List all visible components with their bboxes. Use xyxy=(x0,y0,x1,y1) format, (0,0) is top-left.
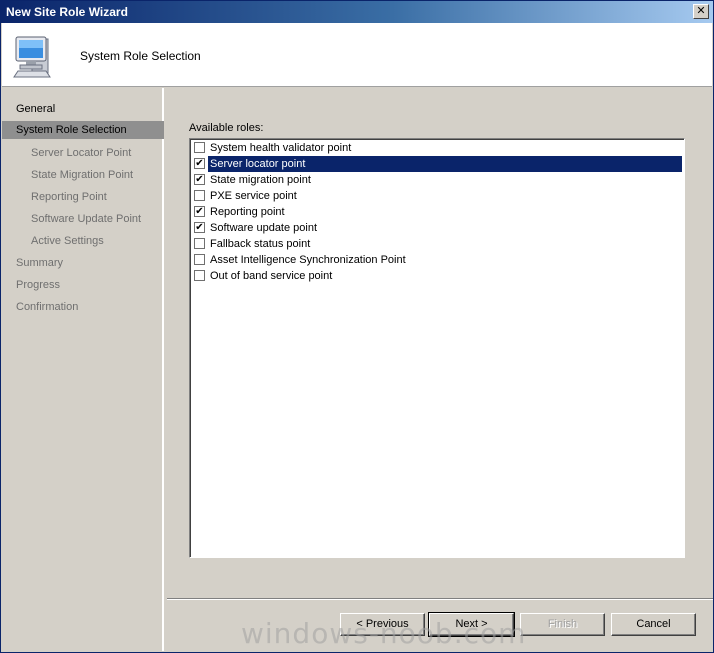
finish-button[interactable]: Finish xyxy=(520,613,605,636)
next-button[interactable]: Next > xyxy=(428,612,515,637)
nav-item-summary[interactable]: Summary xyxy=(2,254,164,272)
role-item[interactable]: PXE service point xyxy=(192,188,682,204)
role-item[interactable]: ✔ Software update point xyxy=(192,220,682,236)
nav-item-active-settings[interactable]: Active Settings xyxy=(2,232,164,250)
role-label: Server locator point xyxy=(208,156,682,172)
role-label: Reporting point xyxy=(210,206,285,218)
wizard-header: System Role Selection xyxy=(2,23,712,87)
title-bar[interactable]: New Site Role Wizard ✕ xyxy=(1,1,713,23)
role-item[interactable]: ✔ Reporting point xyxy=(192,204,682,220)
cancel-button[interactable]: Cancel xyxy=(611,613,696,636)
close-icon: ✕ xyxy=(696,4,706,17)
nav-item-progress[interactable]: Progress xyxy=(2,276,164,294)
computer-monitor-icon xyxy=(13,36,51,78)
role-label: PXE service point xyxy=(210,190,297,202)
role-item[interactable]: ✔ State migration point xyxy=(192,172,682,188)
role-label: State migration point xyxy=(210,174,311,186)
role-item[interactable]: Fallback status point xyxy=(192,236,682,252)
window-title: New Site Role Wizard xyxy=(6,5,128,19)
page-title: System Role Selection xyxy=(80,49,201,63)
nav-item-state-migration-point[interactable]: State Migration Point xyxy=(2,166,164,184)
roles-listbox[interactable]: System health validator point ✔ Server loc… xyxy=(189,138,685,558)
role-label: Fallback status point xyxy=(210,238,311,250)
role-checkbox[interactable] xyxy=(194,190,205,201)
nav-item-system-role-selection[interactable]: System Role Selection xyxy=(2,121,164,139)
nav-item-server-locator-point[interactable]: Server Locator Point xyxy=(2,144,164,162)
available-roles-label: Available roles: xyxy=(189,122,264,134)
role-label: Asset Intelligence Synchronization Point xyxy=(210,254,406,266)
wizard-content: Available roles: System health validator… xyxy=(167,88,713,598)
role-item[interactable]: Out of band service point xyxy=(192,268,682,284)
role-checkbox[interactable]: ✔ xyxy=(194,206,205,217)
nav-item-software-update-point[interactable]: Software Update Point xyxy=(2,210,164,228)
role-checkbox[interactable] xyxy=(194,270,205,281)
role-checkbox[interactable] xyxy=(194,254,205,265)
role-checkbox[interactable]: ✔ xyxy=(194,158,205,169)
role-label: System health validator point xyxy=(210,142,352,154)
role-item[interactable]: Asset Intelligence Synchronization Point xyxy=(192,252,682,268)
role-checkbox[interactable]: ✔ xyxy=(194,222,205,233)
role-item[interactable]: System health validator point xyxy=(192,140,682,156)
role-item[interactable]: ✔ Server locator point xyxy=(192,156,682,172)
nav-item-confirmation[interactable]: Confirmation xyxy=(2,298,164,316)
close-button[interactable]: ✕ xyxy=(693,4,709,19)
previous-button[interactable]: < Previous xyxy=(340,613,425,636)
role-label: Software update point xyxy=(210,222,318,234)
role-checkbox[interactable]: ✔ xyxy=(194,174,205,185)
role-label: Out of band service point xyxy=(210,270,333,282)
nav-item-reporting-point[interactable]: Reporting Point xyxy=(2,188,164,206)
wizard-window: New Site Role Wizard ✕ System Role Selec… xyxy=(0,0,714,653)
nav-item-general[interactable]: General xyxy=(2,100,164,118)
footer-divider xyxy=(167,598,713,600)
wizard-nav: General System Role Selection Server Loc… xyxy=(2,88,164,651)
role-checkbox[interactable] xyxy=(194,142,205,153)
role-checkbox[interactable] xyxy=(194,238,205,249)
